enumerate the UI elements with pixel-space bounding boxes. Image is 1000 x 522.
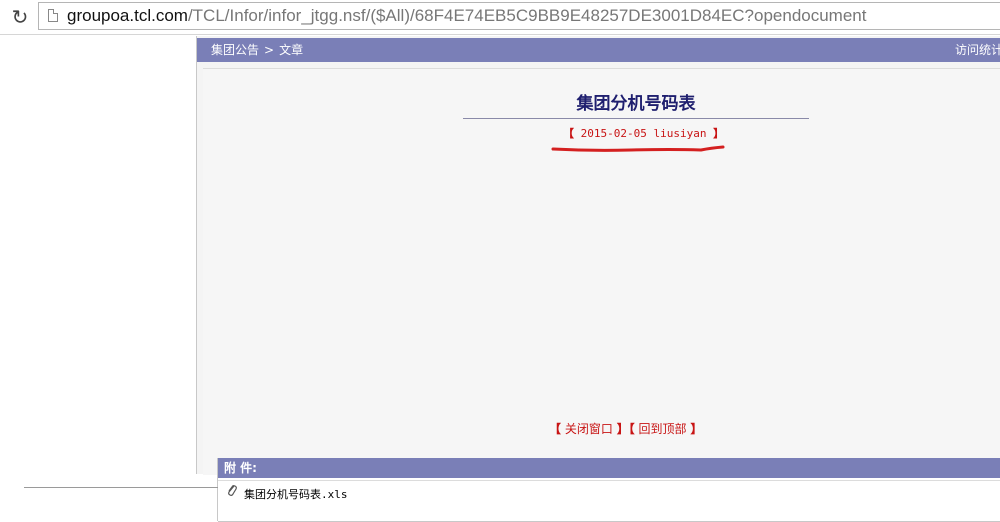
bracket-left: 【: [549, 422, 562, 436]
bracket-right: 】: [690, 422, 703, 436]
bracket-right: 】: [616, 422, 629, 436]
breadcrumb-separator: >: [264, 43, 275, 57]
url-host: groupoa.tcl.com: [67, 6, 188, 25]
back-to-top-link[interactable]: 回到顶部: [639, 422, 687, 436]
breadcrumb-item-announcements[interactable]: 集团公告: [211, 43, 259, 57]
article-actions: 【 关闭窗口 】【 回到顶部 】: [549, 420, 702, 437]
close-window-link[interactable]: 关闭窗口: [565, 422, 613, 436]
breadcrumb-item-article[interactable]: 文章: [279, 43, 303, 57]
attachments-section: 附 件: 集团分机号码表.xls: [217, 458, 1000, 522]
page-icon: [48, 9, 58, 22]
bracket-left: 【: [628, 422, 635, 436]
breadcrumb-bar: 集团公告 > 文章 访问统计: [197, 38, 1000, 62]
address-bar[interactable]: groupoa.tcl.com/TCL/Infor/infor_jtgg.nsf…: [38, 2, 1000, 30]
article-panel: 集团分机号码表 【 2015-02-05 liusiyan 】 【 关闭窗口 】…: [203, 68, 1000, 475]
divider-line: [24, 487, 218, 488]
bracket-right: 】: [713, 127, 725, 140]
red-underline-annotation: [551, 145, 725, 152]
attachment-file-link[interactable]: 集团分机号码表.xls: [244, 486, 348, 502]
url-text[interactable]: groupoa.tcl.com/TCL/Infor/infor_jtgg.nsf…: [67, 6, 866, 26]
url-path: /TCL/Infor/infor_jtgg.nsf/($All)/68F4E74…: [187, 6, 867, 25]
publish-info: 2015-02-05 liusiyan: [580, 127, 707, 140]
article-title: 集团分机号码表: [463, 89, 809, 119]
attachments-label: 附 件:: [224, 461, 257, 475]
visit-stats-link[interactable]: 访问统计: [955, 38, 1000, 62]
attachments-header: 附 件:: [218, 458, 1000, 478]
reload-icon[interactable]: ↻: [9, 6, 31, 28]
paperclip-icon: [226, 483, 238, 500]
browser-toolbar: ↻ groupoa.tcl.com/TCL/Infor/infor_jtgg.n…: [0, 0, 1000, 35]
attachments-list: 集团分机号码表.xls: [218, 480, 1000, 522]
bracket-left: 【: [563, 127, 574, 140]
page-content: 集团公告 > 文章 访问统计 集团分机号码表 【 2015-02-05 liusiy…: [196, 36, 1000, 475]
article-meta: 【 2015-02-05 liusiyan 】: [563, 125, 724, 141]
breadcrumb: 集团公告 > 文章: [211, 38, 303, 62]
